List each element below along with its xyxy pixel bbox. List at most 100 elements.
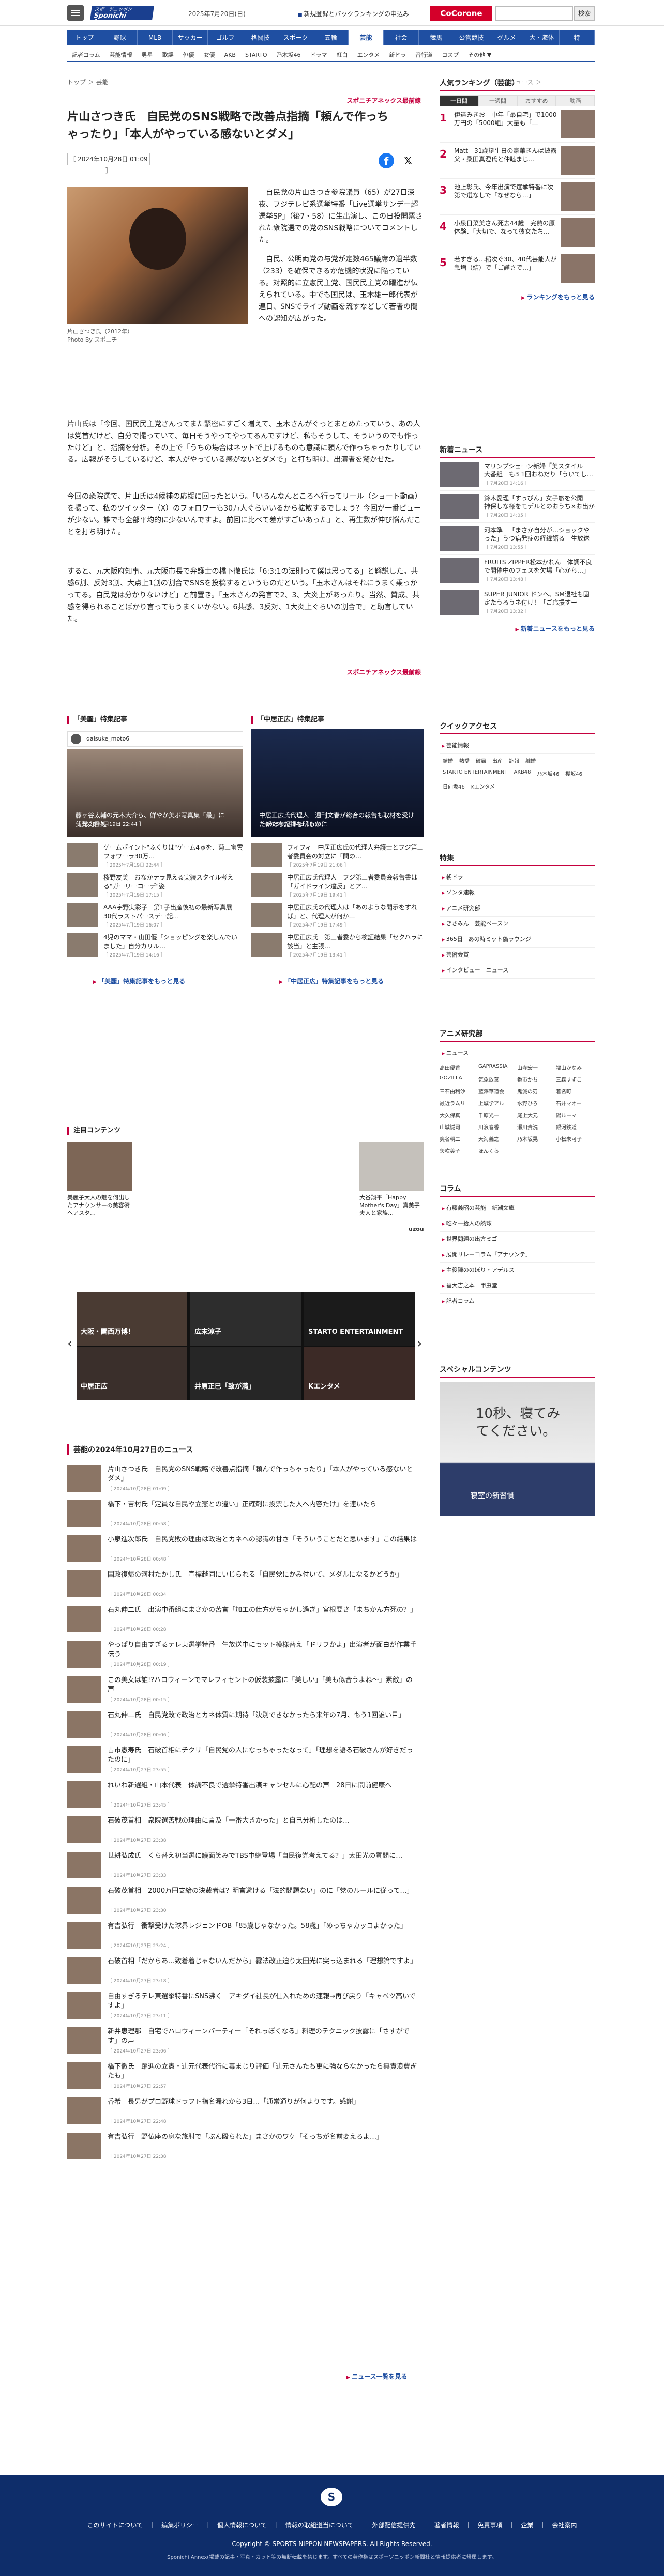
subnav-item[interactable]: 歌謡 xyxy=(158,49,178,61)
news-item[interactable]: 香希 長男がプロ野球ドラフト指名漏れから3日…「通常通りが何よりです。感謝」 ［ … xyxy=(67,2097,424,2130)
nav-item[interactable]: MLB xyxy=(138,30,173,45)
ranking-tab[interactable]: 動画 xyxy=(556,95,595,106)
quick-link[interactable]: STARTO ENTERTAINMENT xyxy=(440,767,510,780)
news-item[interactable]: 自由すぎるテレ東選挙特番にSNS沸く アキダイ社長が仕入れための速報→再び戻り「… xyxy=(67,1992,424,2024)
news-item[interactable]: 有吉弘行 野仏座の息な旅肘で「ぶん殴られた」まさかのワケ「そっちが名前変えろよ…… xyxy=(67,2133,424,2165)
quick-link[interactable]: AKB48 xyxy=(510,767,534,780)
nav-item[interactable]: スポーツ xyxy=(278,30,313,45)
feature-list-item[interactable]: 桜野友美 おなかテラ見える実装スタイル考える"ガーリーコーデ"姿 ［ 2025年7… xyxy=(67,873,243,900)
news-item[interactable]: 石破茂首相 2000万円支給の決裁者は？明言避ける「法的問題ない」のに「党のルー… xyxy=(67,1887,424,1919)
search-button[interactable]: 検索 xyxy=(574,6,595,21)
subnav-item[interactable]: 新ドラ xyxy=(384,49,411,61)
quick-link[interactable]: 乃木坂46 xyxy=(534,767,562,780)
quick-link[interactable]: 離婚 xyxy=(522,754,539,767)
anime-name-link[interactable]: 三森すずこ xyxy=(556,1073,595,1085)
column-link[interactable]: 展開リレーコラム「アナウンテ」 xyxy=(440,1247,595,1263)
carousel-tile[interactable]: 井原正巳「致が満」 xyxy=(190,1347,301,1400)
anime-name-link[interactable]: 藍澤華道会 xyxy=(478,1085,517,1097)
anime-name-link[interactable]: 大久保真 xyxy=(440,1109,478,1121)
quick-link[interactable]: 櫻坂46 xyxy=(562,767,585,780)
news-item[interactable]: 片山さつき氏 自民党のSNS戦略で改善点指摘「頼んで作っちゃったり」「本人がやっ… xyxy=(67,1465,424,1497)
anime-name-link[interactable]: 奥名朝二 xyxy=(440,1133,478,1145)
facebook-share-icon[interactable]: f xyxy=(379,153,394,168)
article-source-bottom[interactable]: スポニチアネックス最前線 xyxy=(346,668,421,676)
quick-link[interactable]: 訃報 xyxy=(506,754,522,767)
site-logo[interactable]: スポーツニッポン Sponichi Annex xyxy=(90,6,154,26)
feature-list-item[interactable]: 中居正広氏の代理人は「あのような開示をすれば」と、代理人が何か… ［ 2025年7… xyxy=(251,903,427,930)
subnav-item[interactable]: コスプ xyxy=(437,49,463,61)
ranking-item[interactable]: 1 伊達みきお 中年「最自宅」で1000万円の「5000組」大量も「… xyxy=(440,110,595,143)
quick-link[interactable]: 破局 xyxy=(473,754,489,767)
special-link[interactable]: 朝ドラ xyxy=(440,870,595,886)
feature-list-item[interactable]: フィフィ 中居正広氏の代理人弁護士とフジ第三者委員会の対立に「間の… ［ 2025… xyxy=(251,843,427,870)
quick-link[interactable]: 出産 xyxy=(489,754,506,767)
nav-item[interactable]: 格闘技 xyxy=(243,30,278,45)
nav-item[interactable]: 社会 xyxy=(384,30,419,45)
news-item[interactable]: 橋下徹氏 躍進の立憲・辻元代表代行に毒まじり評価「辻元さんたち更に強ならなかった… xyxy=(67,2062,424,2094)
anime-name-link[interactable]: 千原光一 xyxy=(478,1109,517,1121)
cocorone-banner[interactable]: CoCorone xyxy=(430,6,492,21)
anime-name-link[interactable]: GOZILLA xyxy=(440,1073,478,1085)
news-item[interactable]: れいわ新選組・山本代表 体調不良で選挙特番出演キャンセルに心配の声 28日に間前… xyxy=(67,1781,424,1813)
feature-list-item[interactable]: 中居正広氏代理人 フジ第三者委員会報告書は「ガイドライン違反」とア… ［ 2025… xyxy=(251,873,427,900)
nav-item[interactable]: 五輪 xyxy=(313,30,349,45)
ranking-item[interactable]: 5 若すぎる…稲次ぐ30、40代芸能人が急増（結）で「ご謹さで…」 xyxy=(440,254,595,287)
instagram-channel[interactable]: daisuke_moto6 xyxy=(67,731,243,747)
column-link[interactable]: 世界問題の出方ミゴ xyxy=(440,1232,595,1247)
anime-name-link[interactable]: GAPRASSIA xyxy=(478,1061,517,1073)
nav-item[interactable]: 芸能 xyxy=(349,30,384,45)
special-link[interactable]: ゾンタ速報 xyxy=(440,886,595,901)
x-share-icon[interactable]: 𝕏 xyxy=(400,153,416,168)
special-link[interactable]: 365日 あの時ミット偽ラウンジ xyxy=(440,932,595,948)
subnav-item[interactable]: エンタメ xyxy=(353,49,385,61)
article-source[interactable]: スポニチアネックス最前線 xyxy=(346,96,421,105)
nav-item[interactable]: グルメ xyxy=(489,30,524,45)
article-photo[interactable] xyxy=(67,187,248,324)
footer-logo-icon[interactable]: S xyxy=(321,2488,342,2506)
anime-name-link[interactable]: 銀河鉄道 xyxy=(556,1121,595,1133)
anime-sub[interactable]: ニュース xyxy=(440,1046,595,1061)
carousel-tile[interactable]: 大阪・関西万博！ xyxy=(77,1292,187,1346)
anime-name-link[interactable]: 瀬川貴洗 xyxy=(517,1121,556,1133)
feature-list-item[interactable]: 中居正広氏 第三者委から検証結果「セクハラに該当」と主張… ［ 2025年7月19… xyxy=(251,933,427,960)
feature-right-more[interactable]: 「中居正広」特集記事をもっと見る xyxy=(279,977,384,985)
quick-link[interactable]: Kエンタメ xyxy=(468,780,498,793)
anime-name-link[interactable]: 尾上大元 xyxy=(517,1109,556,1121)
nav-item[interactable]: 大・海体 xyxy=(524,30,560,45)
news-item[interactable]: 国政復帰の河村たかし氏 宣標越同にいじられる「自民党にかみ付いて、メダルになるか… xyxy=(67,1570,424,1602)
nav-item[interactable]: サッカー xyxy=(173,30,208,45)
feature-list-item[interactable]: AAA宇野実彩子 第1子出産後初の最新写真展 30代ラストパースデー記… ［ 20… xyxy=(67,903,243,930)
subnav-item[interactable]: 芸能情報 xyxy=(105,49,137,61)
news-item[interactable]: 有吉弘行 衝撃受けた球界レジェンドOB「85歳じゃなかった。58歳」「めっちゃカ… xyxy=(67,1922,424,1954)
breadcrumb[interactable]: トップ ＞ 芸能 xyxy=(67,78,109,86)
special-link[interactable]: インタビュー ニュース xyxy=(440,963,595,979)
quick-link[interactable]: 熱愛 xyxy=(456,754,473,767)
anime-name-link[interactable]: 乃木坂晃 xyxy=(517,1133,556,1145)
news-item[interactable]: 古市憲寿氏 石破首相にチクリ「自民党の人になっちゃったなって」「理想を語る石破さ… xyxy=(67,1746,424,1778)
carousel-tile[interactable]: 中居正広 xyxy=(77,1347,187,1400)
special-link[interactable]: 芸術会賞 xyxy=(440,948,595,963)
search-input[interactable] xyxy=(495,6,573,21)
anime-name-link[interactable]: ほんくら xyxy=(478,1145,517,1156)
feature-list-item[interactable]: 4児のママ・山田優「ショッピングを楽しんでいました」自分カリル… ［ 2025年7… xyxy=(67,933,243,960)
ranking-more[interactable]: ランキングをもっと見る xyxy=(440,292,595,301)
anime-name-link[interactable]: 小松未可子 xyxy=(556,1133,595,1145)
anime-name-link[interactable]: 上城学アル xyxy=(478,1097,517,1109)
anime-name-link[interactable]: 気象放棄 xyxy=(478,1073,517,1085)
subnav-item[interactable]: STARTO xyxy=(240,49,272,61)
new-news-item[interactable]: SUPER JUNIOR ドンヘ、SM退社も固定たうろうネ付け！「ご応援すーる」… xyxy=(440,590,595,619)
anime-name-link[interactable]: 陽ルーマ xyxy=(556,1109,595,1121)
news-item[interactable]: 新井恵理那 自宅でハロウィーンパーティー「それっぽくなる」料理のテクニック披露に… xyxy=(67,2027,424,2059)
anime-name-link[interactable]: 天海義之 xyxy=(478,1133,517,1145)
anime-name-link[interactable]: 石井マオー xyxy=(556,1097,595,1109)
anime-name-link[interactable]: 着名町 xyxy=(556,1085,595,1097)
nav-item[interactable]: 特 xyxy=(560,30,595,45)
ranking-tab[interactable]: 一日間 xyxy=(440,95,478,106)
register-link[interactable]: 新規登録とパックランキングの申込み xyxy=(298,9,409,18)
recommend-card-right[interactable]: 大谷翔平「Happy Mother's Day」真美子夫人と家族… xyxy=(359,1142,424,1217)
subnav-item[interactable]: その他 ▼ xyxy=(463,49,496,61)
carousel-next-icon[interactable]: › xyxy=(417,1336,422,1351)
anime-name-link[interactable]: 三石由利沙 xyxy=(440,1085,478,1097)
ranking-item[interactable]: 3 池上彰氏、今年出演で選挙特番に次第で選なしで「なぜなら…」 xyxy=(440,182,595,215)
nav-item[interactable]: 競馬 xyxy=(419,30,454,45)
